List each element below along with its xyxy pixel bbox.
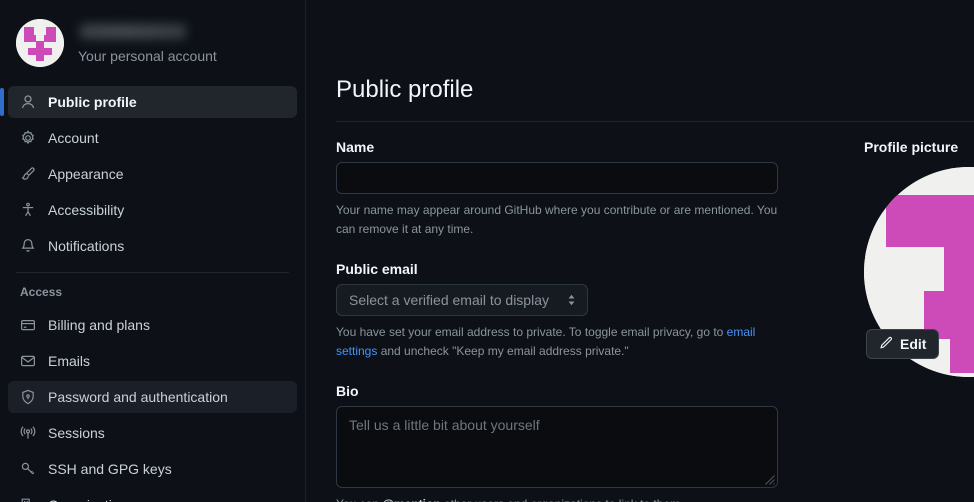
sidebar-item-label: Appearance (48, 166, 124, 182)
sidebar-item-sessions[interactable]: Sessions (8, 417, 297, 449)
person-icon (20, 94, 36, 110)
sidebar-item-label: Notifications (48, 238, 124, 254)
shield-lock-icon (20, 389, 36, 405)
profile-columns: Name Your name may appear around GitHub … (336, 122, 974, 502)
sidebar-divider (16, 272, 289, 273)
help-text-before: You have set your email address to priva… (336, 325, 727, 339)
name-help-text: Your name may appear around GitHub where… (336, 201, 786, 238)
credit-card-icon (20, 317, 36, 333)
public-email-selected-value: Select a verified email to display (349, 292, 549, 308)
settings-sidebar: Your personal account Public profile (0, 0, 306, 502)
profile-form: Name Your name may appear around GitHub … (336, 122, 778, 502)
sidebar-item-label: Sessions (48, 425, 105, 441)
sidebar-item-password-and-authentication[interactable]: Password and authentication (8, 381, 297, 413)
sidebar-section-access: Access (8, 285, 297, 299)
name-label: Name (336, 139, 778, 155)
sidebar-item-ssh-and-gpg-keys[interactable]: SSH and GPG keys (8, 453, 297, 485)
sidebar-item-account[interactable]: Account (8, 122, 297, 154)
username-redacted (80, 24, 186, 39)
account-meta: Your personal account (78, 22, 217, 64)
sidebar-item-label: Billing and plans (48, 317, 150, 333)
broadcast-icon (20, 425, 36, 441)
sidebar-item-label: Password and authentication (48, 389, 228, 405)
help-text-after: and uncheck "Keep my email address priva… (377, 344, 628, 358)
bio-help-text: You can @mention other users and organiz… (336, 495, 786, 502)
mail-icon (20, 353, 36, 369)
main-content: Public profile Name Your name may appear… (306, 0, 974, 502)
sidebar-item-appearance[interactable]: Appearance (8, 158, 297, 190)
public-email-label: Public email (336, 261, 778, 277)
public-email-help-text: You have set your email address to priva… (336, 323, 786, 360)
help-text-after: other users and organizations to link to… (441, 497, 684, 502)
sidebar-item-emails[interactable]: Emails (8, 345, 297, 377)
account-header[interactable]: Your personal account (0, 10, 305, 72)
mention-keyword: @mention (382, 497, 440, 502)
sidebar-item-accessibility[interactable]: Accessibility (8, 194, 297, 226)
edit-button-label: Edit (900, 336, 926, 352)
accessibility-icon (20, 202, 36, 218)
page-title: Public profile (336, 78, 974, 102)
bio-label: Bio (336, 383, 778, 399)
sidebar-item-notifications[interactable]: Notifications (8, 230, 297, 262)
gear-icon (20, 130, 36, 146)
pencil-icon (879, 336, 893, 353)
sidebar-item-billing-and-plans[interactable]: Billing and plans (8, 309, 297, 341)
sidebar-item-label: Public profile (48, 94, 137, 110)
avatar[interactable] (16, 19, 64, 67)
profile-picture-section: Profile picture (778, 122, 974, 502)
organization-icon (20, 497, 36, 502)
chevron-updown-icon (566, 294, 577, 307)
bio-textarea[interactable] (336, 406, 778, 488)
sidebar-item-public-profile[interactable]: Public profile (8, 86, 297, 118)
sidebar-item-label: SSH and GPG keys (48, 461, 172, 477)
paintbrush-icon (20, 166, 36, 182)
sidebar-item-label: Emails (48, 353, 90, 369)
bell-icon (20, 238, 36, 254)
key-icon (20, 461, 36, 477)
account-subtitle: Your personal account (78, 48, 217, 64)
edit-profile-picture-button[interactable]: Edit (866, 329, 939, 359)
settings-page: Your personal account Public profile (0, 0, 974, 502)
sidebar-item-label: Accessibility (48, 202, 124, 218)
sidebar-nav-primary: Public profile Account (0, 72, 305, 502)
bio-field: Bio You can @mention other users and org… (336, 383, 778, 502)
name-input[interactable] (336, 162, 778, 194)
sidebar-item-organizations[interactable]: Organizations (8, 489, 297, 502)
public-email-field: Public email Select a verified email to … (336, 261, 778, 360)
public-email-select[interactable]: Select a verified email to display (336, 284, 588, 316)
profile-picture-label: Profile picture (864, 139, 974, 155)
sidebar-item-label: Organizations (48, 497, 134, 502)
help-text-before: You can (336, 497, 382, 502)
sidebar-item-label: Account (48, 130, 99, 146)
